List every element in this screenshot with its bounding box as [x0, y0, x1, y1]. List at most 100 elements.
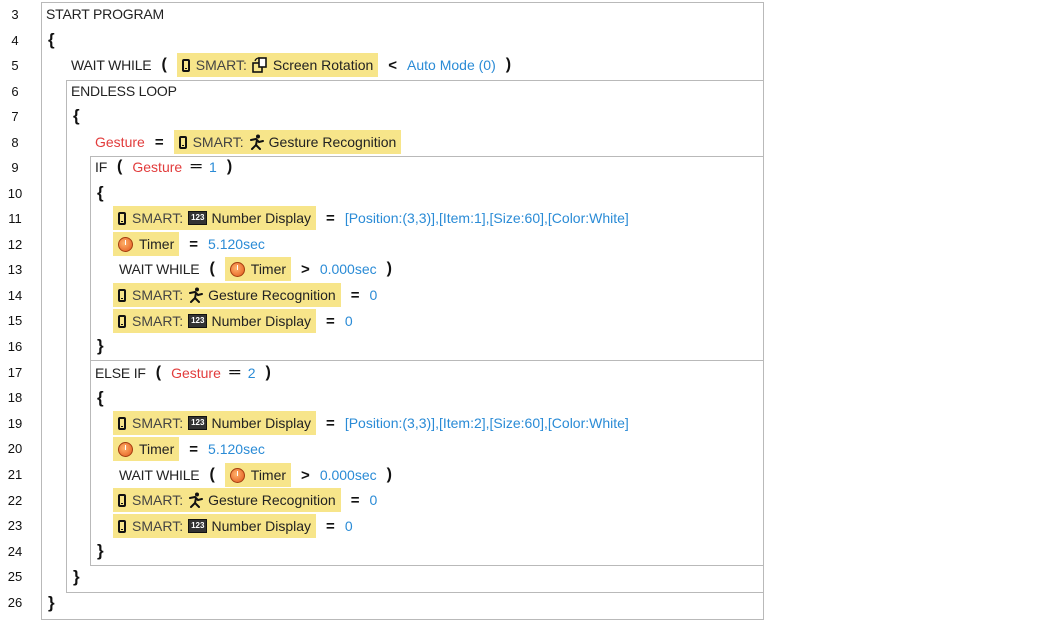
- number-display-assign-statement[interactable]: SMART: 123 Number Display = [Position:(3…: [113, 411, 629, 435]
- phone-icon: [118, 314, 126, 328]
- number-display-icon: 123: [188, 416, 208, 430]
- auto-mode-value[interactable]: Auto Mode (0): [407, 57, 496, 73]
- number-display-reset-statement[interactable]: SMART: 123 Number Display = 0: [113, 514, 353, 538]
- timer-block[interactable]: Timer: [113, 232, 180, 256]
- wait-while-statement[interactable]: WAIT WHILE ( Timer > 0.000sec ): [119, 463, 402, 487]
- equals-operator: ==: [228, 367, 241, 379]
- less-than-operator: <: [388, 56, 398, 74]
- line-number: 14: [7, 288, 23, 303]
- close-brace: }: [97, 336, 104, 355]
- gesture-variable[interactable]: Gesture: [132, 159, 182, 175]
- phone-icon: [181, 58, 190, 72]
- gesture-variable[interactable]: Gesture: [95, 134, 145, 150]
- wait-while-keyword: WAIT WHILE: [119, 467, 200, 483]
- timer-block[interactable]: Timer: [224, 463, 292, 487]
- smart-number-display-block[interactable]: SMART: 123 Number Display: [113, 411, 317, 435]
- reset-value[interactable]: 0: [345, 313, 353, 329]
- timer-value[interactable]: 0.000sec: [320, 467, 377, 483]
- smart-gesture-recognition-block[interactable]: SMART: Gesture Recognition: [113, 488, 341, 512]
- timer-value[interactable]: 5.120sec: [208, 441, 265, 457]
- endless-loop-keyword: ENDLESS LOOP: [71, 83, 177, 99]
- compare-value[interactable]: 1: [209, 159, 217, 175]
- start-program-statement[interactable]: START PROGRAM: [46, 2, 164, 26]
- number-display-reset-statement[interactable]: SMART: 123 Number Display = 0: [113, 309, 353, 333]
- display-params-value[interactable]: [Position:(3,3)],[Item:1],[Size:60],[Col…: [345, 210, 629, 226]
- open-paren: (: [161, 56, 167, 73]
- smart-label: SMART:: [132, 415, 184, 431]
- endless-loop-statement[interactable]: ENDLESS LOOP: [71, 79, 177, 103]
- open-brace: {: [97, 183, 104, 202]
- line-number: 5: [11, 58, 19, 73]
- timer-value[interactable]: 5.120sec: [208, 236, 265, 252]
- number-display-icon: 123: [188, 211, 208, 225]
- line-number: 16: [7, 339, 23, 354]
- gesture-icon: [188, 492, 204, 508]
- smart-gesture-recognition-block[interactable]: SMART: Gesture Recognition: [173, 130, 402, 154]
- line-number: 7: [11, 109, 19, 124]
- open-paren: (: [209, 466, 215, 483]
- block-label: Gesture Recognition: [268, 134, 397, 150]
- close-paren: ): [505, 56, 512, 73]
- wait-while-statement[interactable]: WAIT WHILE ( SMART: Screen Rotation < Au…: [71, 53, 521, 77]
- phone-icon: [118, 519, 126, 533]
- block-label: Timer: [250, 261, 287, 277]
- smart-number-display-block[interactable]: SMART: 123 Number Display: [113, 514, 317, 538]
- open-paren: (: [209, 260, 215, 277]
- greater-than-operator: >: [301, 260, 310, 278]
- timer-assign-statement[interactable]: Timer = 5.120sec: [113, 437, 265, 461]
- assign-operator: =: [154, 133, 164, 151]
- else-if-statement[interactable]: ELSE IF ( Gesture == 2 ): [95, 361, 281, 385]
- block-label: Number Display: [211, 518, 312, 534]
- block-label: Screen Rotation: [272, 57, 374, 73]
- smart-number-display-block[interactable]: SMART: 123 Number Display: [113, 206, 317, 230]
- timer-block[interactable]: Timer: [113, 437, 180, 461]
- assign-operator: =: [326, 312, 335, 330]
- line-number: 6: [11, 84, 19, 99]
- gesture-reset-statement[interactable]: SMART: Gesture Recognition = 0: [113, 488, 377, 512]
- open-brace: {: [73, 106, 80, 125]
- timer-icon: [229, 261, 245, 277]
- compare-value[interactable]: 2: [248, 365, 256, 381]
- reset-value[interactable]: 0: [370, 492, 378, 508]
- gesture-assign-statement[interactable]: Gesture = SMART: Gesture Recognition: [95, 130, 402, 154]
- reset-value[interactable]: 0: [370, 287, 378, 303]
- gesture-icon: [249, 134, 265, 150]
- wait-while-keyword: WAIT WHILE: [71, 57, 152, 73]
- timer-value[interactable]: 0.000sec: [320, 261, 377, 277]
- smart-label: SMART:: [132, 518, 184, 534]
- smart-label: SMART:: [132, 313, 184, 329]
- block-label: Number Display: [211, 415, 312, 431]
- line-number: 12: [7, 237, 23, 252]
- display-params-value[interactable]: [Position:(3,3)],[Item:2],[Size:60],[Col…: [345, 415, 629, 431]
- phone-icon: [178, 135, 187, 149]
- line-number: 3: [11, 7, 19, 22]
- smart-label: SMART:: [132, 287, 184, 303]
- assign-operator: =: [189, 440, 199, 458]
- phone-icon: [118, 416, 126, 430]
- line-number: 11: [8, 211, 22, 226]
- number-display-assign-statement[interactable]: SMART: 123 Number Display = [Position:(3…: [113, 206, 629, 230]
- assign-operator: =: [189, 235, 199, 253]
- wait-while-statement[interactable]: WAIT WHILE ( Timer > 0.000sec ): [119, 257, 402, 281]
- close-brace: }: [48, 593, 55, 612]
- line-number: 24: [7, 544, 23, 559]
- gesture-variable[interactable]: Gesture: [171, 365, 221, 381]
- phone-icon: [118, 288, 126, 302]
- timer-block[interactable]: Timer: [224, 257, 292, 281]
- line-number: 26: [7, 595, 23, 610]
- block-label: Timer: [250, 467, 287, 483]
- gesture-reset-statement[interactable]: SMART: Gesture Recognition = 0: [113, 283, 377, 307]
- wait-while-keyword: WAIT WHILE: [119, 261, 200, 277]
- assign-operator: =: [350, 491, 360, 509]
- smart-gesture-recognition-block[interactable]: SMART: Gesture Recognition: [113, 283, 341, 307]
- line-number: 22: [7, 493, 23, 508]
- timer-icon: [118, 236, 133, 252]
- reset-value[interactable]: 0: [345, 518, 353, 534]
- block-label: Timer: [139, 236, 175, 252]
- timer-assign-statement[interactable]: Timer = 5.120sec: [113, 232, 265, 256]
- smart-screen-rotation-block[interactable]: SMART: Screen Rotation: [176, 53, 379, 77]
- if-statement[interactable]: IF ( Gesture == 1 ): [95, 155, 242, 179]
- smart-number-display-block[interactable]: SMART: 123 Number Display: [113, 309, 317, 333]
- close-paren: ): [386, 466, 392, 483]
- block-label: Gesture Recognition: [208, 287, 336, 303]
